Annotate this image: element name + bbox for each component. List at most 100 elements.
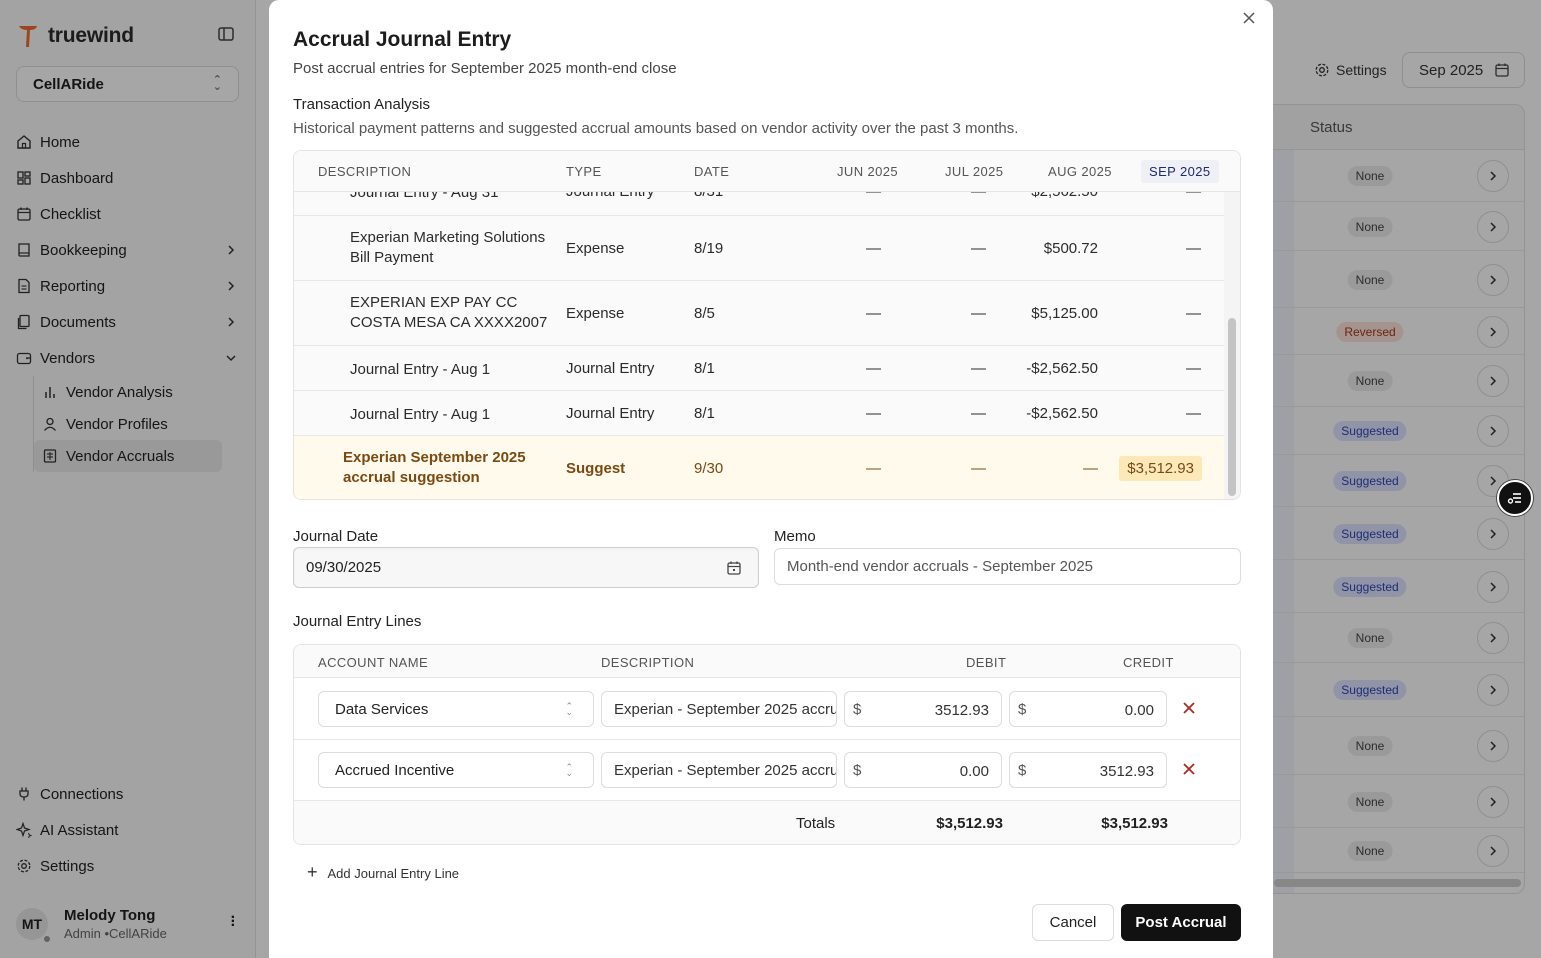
add-line-label: Add Journal Entry Line bbox=[327, 865, 460, 881]
accrual-journal-modal: Accrual Journal Entry Post accrual entri… bbox=[269, 0, 1273, 958]
account-select[interactable]: Accrued Incentive ⌃ ⌄ bbox=[318, 752, 594, 788]
totals-label: Totals bbox=[796, 815, 836, 832]
cell-jun: — bbox=[866, 460, 881, 477]
cell-jun: — bbox=[866, 240, 881, 257]
col-line-description: Description bbox=[601, 655, 695, 670]
cell-description: Experian Marketing Solutions Bill Paymen… bbox=[350, 229, 546, 266]
cell-aug: — bbox=[1083, 460, 1098, 477]
cell-aug: -$2,562.50 bbox=[1026, 360, 1098, 377]
cell-sep: — bbox=[1186, 360, 1201, 377]
col-credit: Credit bbox=[1123, 655, 1174, 670]
col-date: Date bbox=[694, 164, 730, 179]
journal-line-row: Data Services ⌃ ⌄ Experian - September 20… bbox=[294, 679, 1240, 740]
col-debit: Debit bbox=[966, 655, 1007, 670]
debit-value: 3512.93 bbox=[934, 702, 989, 719]
cell-sep: — bbox=[1186, 192, 1201, 200]
cell-description: Journal Entry - Aug 31 bbox=[350, 192, 499, 201]
cell-jun: — bbox=[866, 192, 881, 200]
debit-input[interactable]: $ 0.00 bbox=[844, 752, 1002, 788]
totals-row: Totals $3,512.93 $3,512.93 bbox=[294, 801, 1240, 844]
debit-value: 0.00 bbox=[959, 763, 989, 780]
cell-type: Journal Entry bbox=[566, 405, 655, 422]
journal-date-value: 09/30/2025 bbox=[306, 559, 382, 576]
transaction-analysis-table: Description Type Date Jun 2025 Jul 2025 … bbox=[293, 150, 1241, 500]
memo-input[interactable]: Month-end vendor accruals - September 20… bbox=[774, 548, 1241, 585]
line-description-input[interactable]: Experian - September 2025 accrual bbox=[601, 691, 837, 727]
cell-aug: $500.72 bbox=[1043, 240, 1098, 257]
total-credit: $3,512.93 bbox=[1101, 815, 1168, 832]
chevron-up-down-icon: ⌃ ⌄ bbox=[565, 701, 573, 717]
cell-aug: $5,125.00 bbox=[1031, 305, 1098, 322]
analysis-title: Transaction Analysis bbox=[293, 96, 431, 113]
line-description-input[interactable]: Experian - September 2025 accrual bbox=[601, 752, 837, 788]
debit-input[interactable]: $ 3512.93 bbox=[844, 691, 1002, 727]
table-header: Account Name Description Debit Credit bbox=[294, 645, 1240, 678]
cancel-button[interactable]: Cancel bbox=[1032, 904, 1114, 941]
col-jun: Jun 2025 bbox=[837, 164, 899, 179]
account-value: Data Services bbox=[335, 700, 429, 718]
table-body: Journal Entry - Aug 31 Journal Entry 8/31 —… bbox=[294, 192, 1226, 499]
remove-line-icon[interactable] bbox=[1182, 701, 1196, 715]
cell-type: Expense bbox=[566, 240, 625, 257]
currency-symbol: $ bbox=[853, 762, 862, 779]
memo-value: Month-end vendor accruals - September 20… bbox=[787, 558, 1094, 575]
col-jul: Jul 2025 bbox=[945, 164, 1004, 179]
line-description-value: Experian - September 2025 accrual bbox=[614, 700, 837, 718]
journal-lines-table: Account Name Description Debit Credit Da… bbox=[293, 644, 1241, 845]
analysis-description: Historical payment patterns and suggeste… bbox=[293, 120, 1019, 137]
plus-icon: + bbox=[307, 861, 318, 882]
remove-line-icon[interactable] bbox=[1182, 762, 1196, 776]
post-accrual-button[interactable]: Post Accrual bbox=[1121, 904, 1241, 941]
table-row: Journal Entry - Aug 1 Journal Entry 8/1 — — -… bbox=[294, 346, 1226, 391]
cell-description: EXPERIAN EXP PAY CC COSTA MESA CA XXXX20… bbox=[350, 294, 548, 331]
cell-type: Suggest bbox=[566, 460, 626, 477]
cell-type: Expense bbox=[566, 305, 625, 322]
table-row: EXPERIAN EXP PAY CC COSTA MESA CA XXXX20… bbox=[294, 281, 1226, 346]
cell-sep: — bbox=[1186, 240, 1201, 257]
table-row: Journal Entry - Aug 1 Journal Entry 8/1 — — -… bbox=[294, 391, 1226, 436]
table-header: Description Type Date Jun 2025 Jul 2025 … bbox=[294, 151, 1240, 192]
currency-symbol: $ bbox=[853, 701, 862, 718]
currency-symbol: $ bbox=[1018, 701, 1027, 718]
line-description-value: Experian - September 2025 accrual bbox=[614, 761, 837, 779]
col-description: Description bbox=[318, 164, 412, 179]
cell-date: 8/19 bbox=[694, 240, 724, 257]
cell-date: 8/31 bbox=[694, 192, 723, 200]
journal-date-input[interactable]: 09/30/2025 bbox=[293, 547, 759, 588]
credit-input[interactable]: $ 3512.93 bbox=[1009, 752, 1167, 788]
suggestion-row: Experian September 2025 accrual suggesti… bbox=[294, 436, 1226, 499]
cell-jun: — bbox=[866, 305, 881, 322]
col-aug: Aug 2025 bbox=[1048, 164, 1112, 179]
cell-aug: -$2,562.50 bbox=[1026, 405, 1098, 422]
calendar-icon[interactable] bbox=[726, 560, 742, 576]
cell-description: Journal Entry - Aug 1 bbox=[350, 361, 491, 378]
table-row: Journal Entry - Aug 31 Journal Entry 8/31 —… bbox=[294, 192, 1226, 216]
cell-jul: — bbox=[971, 360, 986, 377]
credit-value: 0.00 bbox=[1124, 702, 1154, 719]
col-sep[interactable]: Sep 2025 bbox=[1141, 160, 1219, 183]
lines-title: Journal Entry Lines bbox=[293, 613, 422, 630]
account-select[interactable]: Data Services ⌃ ⌄ bbox=[318, 691, 594, 727]
cell-description: Experian September 2025 accrual suggesti… bbox=[343, 449, 526, 486]
credit-value: 3512.93 bbox=[1099, 763, 1154, 780]
chevron-up-down-icon: ⌃ ⌄ bbox=[565, 762, 573, 778]
cell-jul: — bbox=[971, 305, 986, 322]
cell-sep: — bbox=[1186, 305, 1201, 322]
cell-date: 8/1 bbox=[694, 405, 715, 422]
cell-date: 8/5 bbox=[694, 305, 715, 322]
credit-input[interactable]: $ 0.00 bbox=[1009, 691, 1167, 727]
account-value: Accrued Incentive bbox=[335, 761, 455, 779]
cell-date: 9/30 bbox=[694, 460, 724, 477]
journal-line-row: Accrued Incentive ⌃ ⌄ Experian - Septembe… bbox=[294, 740, 1240, 801]
add-journal-line-button[interactable]: + Add Journal Entry Line bbox=[307, 861, 460, 882]
cell-type: Journal Entry bbox=[566, 360, 655, 377]
scroll-thumb[interactable] bbox=[1228, 318, 1236, 496]
close-icon[interactable] bbox=[1241, 10, 1257, 26]
modal-title: Accrual Journal Entry bbox=[293, 28, 512, 51]
cell-jul: — bbox=[971, 240, 986, 257]
suggested-amount: $3,512.93 bbox=[1119, 456, 1202, 481]
cell-jul: — bbox=[971, 192, 986, 200]
journal-date-label: Journal Date bbox=[293, 528, 379, 545]
assistant-fab[interactable] bbox=[1497, 480, 1533, 516]
cell-jul: — bbox=[971, 460, 986, 477]
